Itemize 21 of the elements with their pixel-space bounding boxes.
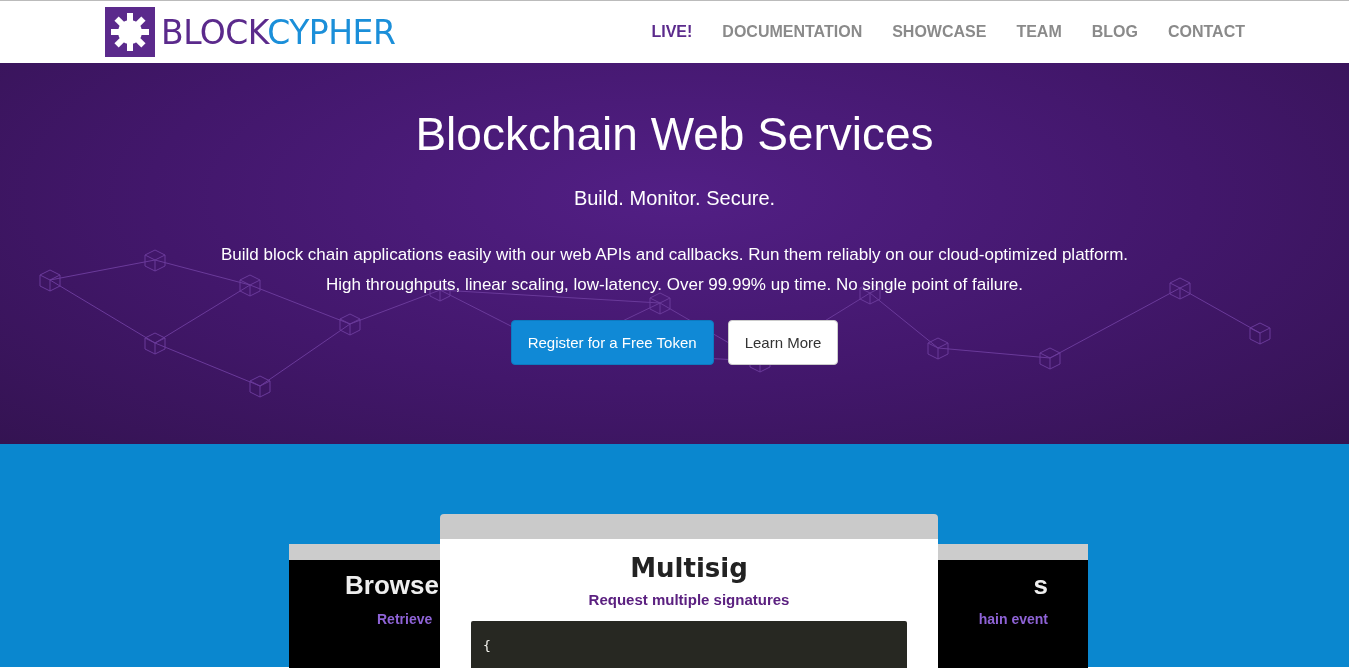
description-line: High throughputs, linear scaling, low-latency. Over 99.99% up time. No single point of failure. [324,274,1024,296]
nav-link[interactable]: BLOG [1091,23,1138,41]
learn-more-button[interactable]: Learn More [727,320,839,365]
card-subtitle: hain event [977,611,1048,627]
nav-link[interactable]: TEAM [1016,23,1062,41]
card-title: Browse [345,570,439,601]
code-line: { [483,638,491,653]
card-subtitle: Request multiple signatures [588,591,790,608]
register-button[interactable]: Register for a Free Token [510,320,714,365]
logo-wordmark[interactable]: BLOCKCYPHER [161,12,396,52]
card-subtitle: Retrieve [376,611,434,627]
description-line: Build block chain applications easily with our web APIs and callbacks. Run them reliably on our cloud-optimized platform. [220,244,1129,266]
gear-logo-icon[interactable] [105,7,155,57]
card-title: Multisig [630,553,748,583]
tagline: Build. Monitor. Secure. [573,187,776,210]
hero-title: Blockchain Web Services [415,107,934,161]
card-title: s [1033,570,1048,601]
nav-link[interactable]: SHOWCASE [892,23,987,41]
nav-link[interactable]: DOCUMENTATION [722,23,863,41]
nav-link[interactable]: CONTACT [1167,23,1245,41]
nav-link[interactable]: LIVE! [651,23,693,41]
